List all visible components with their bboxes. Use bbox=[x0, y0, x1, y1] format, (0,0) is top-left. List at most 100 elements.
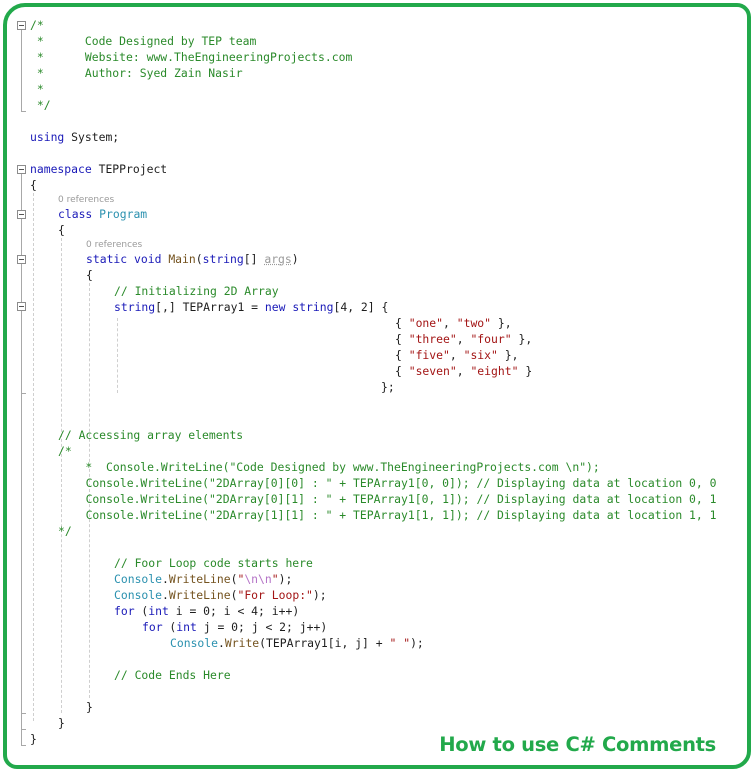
code-line-init-comment: // Initializing 2D Array bbox=[114, 284, 279, 298]
code-line-writeline-newlines: Console.WriteLine("\n\n"); bbox=[114, 571, 292, 587]
outline-end bbox=[21, 729, 26, 730]
code-line-using: using System; bbox=[30, 129, 119, 145]
keyword-for: for bbox=[142, 620, 163, 634]
comma: , bbox=[456, 364, 471, 378]
string-literal: "two" bbox=[456, 316, 492, 330]
quote: " bbox=[271, 572, 279, 586]
using-target: System; bbox=[64, 130, 120, 144]
paren-close: ); bbox=[312, 588, 327, 602]
write-args: (TEPArray1[i, j] + bbox=[259, 636, 390, 650]
collapse-namespace-icon[interactable] bbox=[17, 165, 26, 174]
code-line-array-row: { "one", "two" }, bbox=[395, 315, 512, 331]
keyword-class: class bbox=[58, 207, 93, 221]
method-name: Main bbox=[168, 252, 196, 266]
paren-close: ); bbox=[278, 572, 293, 586]
class-name: Program bbox=[99, 207, 148, 221]
escape-sequence: \n\n bbox=[244, 572, 272, 586]
comma: , bbox=[449, 348, 464, 362]
outline-line bbox=[21, 30, 22, 111]
keyword-new: new bbox=[264, 300, 286, 314]
string-literal: " " bbox=[389, 636, 411, 650]
code-line-class-close-brace: } bbox=[58, 716, 65, 730]
code-line-loop-comment: // Foor Loop code starts here bbox=[114, 556, 313, 570]
code-line-block-comment: Console.WriteLine("2DArray[1][1] : " + T… bbox=[65, 508, 717, 522]
class-console: Console bbox=[114, 572, 163, 586]
dot: . bbox=[162, 572, 169, 586]
brace: }, bbox=[491, 316, 512, 330]
string-literal: "one" bbox=[408, 316, 444, 330]
paren-open: ( bbox=[162, 620, 177, 634]
namespace-name: TEPProject bbox=[91, 162, 168, 176]
class-console: Console bbox=[170, 636, 219, 650]
caption-title: How to use C# Comments bbox=[439, 733, 716, 756]
code-line-access-comment: // Accessing array elements bbox=[58, 428, 244, 442]
string-literal: "eight" bbox=[470, 364, 519, 378]
brace: } bbox=[518, 364, 533, 378]
string-literal: "three" bbox=[408, 332, 457, 346]
string-literal: "seven" bbox=[408, 364, 457, 378]
string-literal: "four" bbox=[470, 332, 512, 346]
indent-guide bbox=[33, 193, 34, 721]
code-line-comment-star: * bbox=[30, 82, 44, 96]
code-line-array-decl: string[,] TEPArray1 = new string[4, 2] { bbox=[114, 299, 388, 315]
keyword-int: int bbox=[176, 620, 197, 634]
code-line-block-comment-open: /* bbox=[58, 444, 72, 458]
collapse-class-icon[interactable] bbox=[17, 210, 26, 219]
indent-guide bbox=[61, 238, 62, 713]
collapse-array-icon[interactable] bbox=[17, 302, 26, 311]
code-line-main-open-brace: { bbox=[86, 268, 93, 282]
code-line-writeline-for-loop: Console.WriteLine("For Loop:"); bbox=[114, 587, 327, 603]
collapse-comment-icon[interactable] bbox=[17, 21, 26, 30]
string-literal: "six" bbox=[463, 348, 498, 362]
array-brackets: [] bbox=[243, 252, 265, 266]
code-line-comment-open: /* bbox=[30, 18, 44, 32]
code-editor[interactable]: /* * Code Designed by TEP team * Website… bbox=[0, 0, 752, 770]
code-line-array-row: { "seven", "eight" } bbox=[395, 363, 532, 379]
code-line-class: class Program bbox=[58, 206, 147, 222]
code-line-array-row: { "five", "six" }, bbox=[395, 347, 518, 363]
paren-open: ( bbox=[134, 604, 149, 618]
keyword-string: string bbox=[114, 300, 156, 314]
outline-end bbox=[21, 713, 26, 714]
comma: , bbox=[456, 332, 471, 346]
brace: { bbox=[395, 348, 409, 362]
class-console: Console bbox=[114, 588, 163, 602]
code-line-block-comment: Console.WriteLine("2DArray[0][0] : " + T… bbox=[65, 476, 717, 490]
array-size: [4, 2] { bbox=[333, 300, 389, 314]
code-line-comment-author-team: * Code Designed by TEP team bbox=[30, 34, 257, 48]
brace: }, bbox=[511, 332, 533, 346]
code-line-for-inner: for (int j = 0; j < 2; j++) bbox=[142, 619, 327, 635]
code-line-namespace: namespace TEPProject bbox=[30, 161, 167, 177]
keyword-string: string bbox=[202, 252, 244, 266]
keyword-using: using bbox=[30, 130, 65, 144]
code-line-block-comment: * Console.WriteLine("Code Designed by ww… bbox=[58, 460, 600, 474]
dot: . bbox=[162, 588, 169, 602]
brace: { bbox=[395, 364, 409, 378]
outline-end bbox=[21, 111, 26, 112]
keyword-static: static bbox=[86, 252, 128, 266]
outline-end bbox=[21, 745, 26, 746]
code-line-block-comment-close: */ bbox=[58, 524, 72, 538]
collapse-method-icon[interactable] bbox=[17, 255, 26, 264]
dot: . bbox=[218, 636, 225, 650]
paren-close: ) bbox=[291, 252, 299, 266]
keyword-int: int bbox=[148, 604, 169, 618]
paren-open: ( bbox=[195, 252, 203, 266]
code-line-main: static void Main(string[] args) bbox=[86, 251, 299, 267]
array-name: [,] TEPArray1 = bbox=[155, 300, 265, 314]
keyword-namespace: namespace bbox=[30, 162, 92, 176]
keyword-for: for bbox=[114, 604, 135, 618]
keyword-string: string bbox=[292, 300, 334, 314]
outline-end bbox=[21, 393, 26, 394]
code-line-class-open-brace: { bbox=[58, 223, 65, 237]
code-line-namespace-close-brace: } bbox=[30, 732, 37, 746]
string-literal: "For Loop:" bbox=[237, 588, 313, 602]
code-line-comment-close: */ bbox=[30, 98, 51, 112]
code-line-main-close-brace: } bbox=[86, 700, 93, 714]
keyword-void: void bbox=[134, 252, 162, 266]
brace: { bbox=[395, 316, 409, 330]
code-line-comment-author: * Author: Syed Zain Nasir bbox=[30, 66, 243, 80]
code-line-end-comment: // Code Ends Here bbox=[114, 668, 231, 682]
indent-guide bbox=[117, 318, 118, 393]
comma: , bbox=[443, 316, 457, 330]
